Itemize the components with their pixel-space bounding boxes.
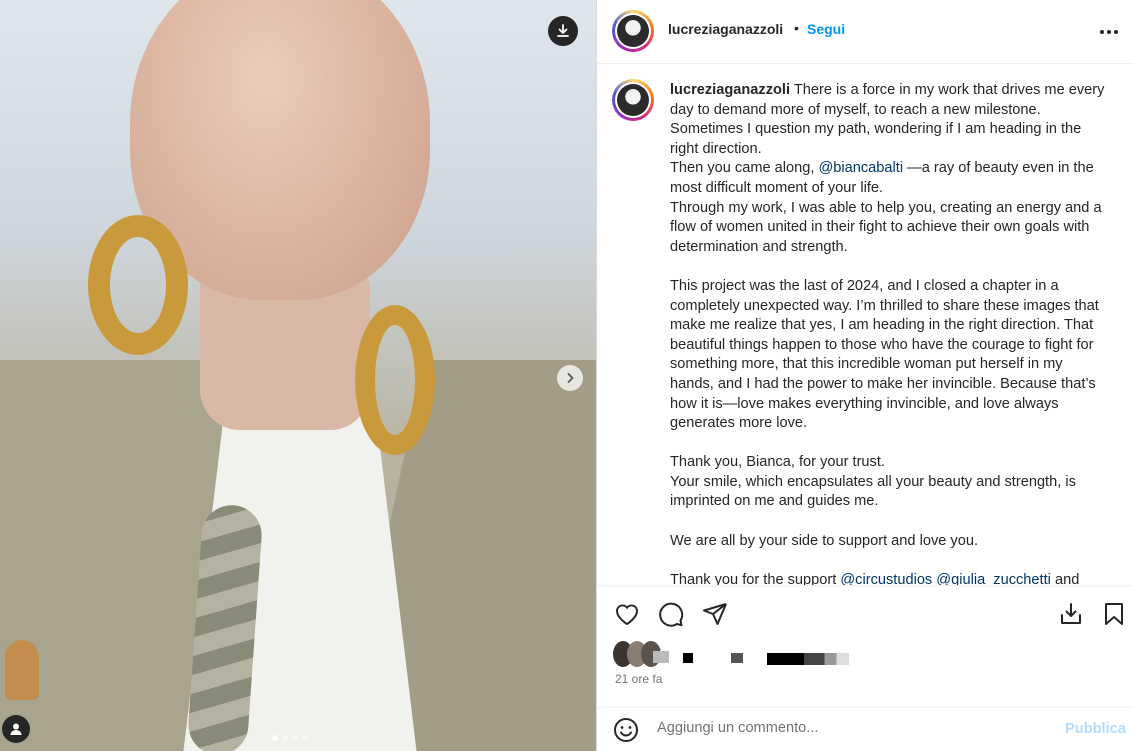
post-media[interactable] [0, 0, 596, 751]
download-button[interactable] [548, 16, 578, 46]
share-button[interactable] [700, 599, 730, 629]
caption-paragraph: Through my work, I was able to help you,… [670, 199, 1102, 255]
like-button[interactable] [612, 599, 642, 629]
user-tag-icon [10, 723, 22, 735]
carousel-dot [282, 735, 288, 741]
publish-button[interactable]: Pubblica [1065, 721, 1126, 737]
download-icon [557, 24, 569, 37]
author-username[interactable]: lucreziaganazzoli [668, 21, 783, 37]
caption-username[interactable]: lucreziaganazzoli [670, 82, 790, 98]
caption-author-avatar[interactable] [612, 79, 654, 121]
caption-text: and [1050, 571, 1080, 585]
save-download-button[interactable] [1056, 599, 1086, 629]
post-timestamp[interactable]: 21 ore fa [615, 672, 662, 686]
more-options-icon [1100, 30, 1118, 34]
caption-paragraph: We are all by your side to support and l… [670, 532, 978, 549]
caption-paragraph: Your smile, which encapsulates all your … [670, 473, 1076, 510]
caption-text: Then you came along, [670, 160, 819, 177]
redacted-text [653, 651, 669, 663]
bookmark-button[interactable] [1099, 599, 1129, 629]
photo-earring-right [355, 305, 435, 455]
photo-lock-pin [5, 640, 39, 700]
caption-area[interactable]: lucreziaganazzoli There is a force in my… [597, 65, 1134, 585]
chevron-right-icon [567, 373, 574, 383]
mention-link[interactable]: @biancabalti [818, 160, 903, 176]
bookmark-icon [1105, 603, 1123, 625]
mention-link[interactable]: @giulia_zucchetti [936, 572, 1051, 585]
comment-icon [659, 602, 684, 627]
redacted-text [767, 653, 849, 665]
comment-bar: Pubblica [597, 707, 1134, 751]
caption-text: Thank you for the support [670, 571, 841, 585]
comment-button[interactable] [656, 599, 686, 629]
comment-input[interactable] [657, 720, 1037, 736]
liked-by-row[interactable] [613, 641, 873, 667]
download-icon [1061, 603, 1081, 624]
post-actions: 21 ore fa Pubblica [597, 585, 1134, 751]
mention-link[interactable]: @circustudios [840, 572, 932, 585]
photo-earring-left [88, 215, 188, 355]
heart-icon [615, 604, 639, 625]
caption-paragraph: Thank you, Bianca, for your trust. [670, 454, 885, 471]
separator-dot: • [794, 20, 799, 36]
emoji-icon [614, 718, 638, 742]
post-side-panel: lucreziaganazzoli • Segui lucreziaganazz… [596, 0, 1134, 751]
carousel-dot [272, 735, 278, 741]
post-caption: lucreziaganazzoli There is a force in my… [670, 81, 1110, 585]
share-icon [703, 603, 727, 625]
redacted-text [683, 653, 693, 663]
post-header: lucreziaganazzoli • Segui [597, 0, 1134, 64]
redacted-text [731, 653, 743, 663]
carousel-dot [292, 735, 298, 741]
follow-button[interactable]: Segui [807, 21, 845, 37]
author-avatar[interactable] [612, 10, 654, 52]
carousel-next-button[interactable] [557, 365, 583, 391]
user-tag-button[interactable] [2, 715, 30, 743]
more-options-button[interactable] [1097, 20, 1121, 44]
carousel-indicator [272, 735, 308, 741]
caption-paragraph: This project was the last of 2024, and I… [670, 277, 1099, 432]
carousel-dot [302, 735, 308, 741]
emoji-button[interactable] [611, 715, 641, 745]
